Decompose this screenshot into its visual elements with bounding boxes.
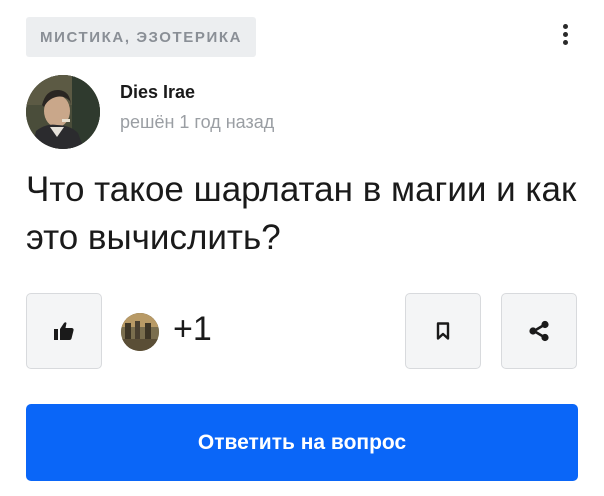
category-tag[interactable]: МИСТИКА, ЭЗОТЕРИКА <box>26 17 257 57</box>
more-vertical-icon <box>562 23 568 29</box>
question-title[interactable]: Что такое шарлатан в магии и как это выч… <box>26 166 586 262</box>
share-icon <box>529 320 549 342</box>
author-avatar[interactable] <box>26 75 100 149</box>
answer-question-button[interactable]: Ответить на вопрос <box>26 404 578 481</box>
liker-avatar-image <box>121 313 159 351</box>
thumbs-up-icon <box>54 322 74 340</box>
likes-count: +1 <box>173 310 212 348</box>
author-avatar-image <box>26 75 100 149</box>
more-vertical-icon-dot <box>562 39 568 45</box>
more-vertical-icon-dot <box>562 31 568 37</box>
liker-avatar[interactable] <box>121 313 159 351</box>
more-options-button[interactable] <box>552 14 578 54</box>
author-name[interactable]: Dies Irae <box>120 82 195 103</box>
share-button[interactable] <box>501 293 577 369</box>
bookmark-icon <box>436 322 450 340</box>
question-card: МИСТИКА, ЭЗОТЕРИКА Dies Irae решён 1 год… <box>0 0 604 496</box>
solved-timestamp: решён 1 год назад <box>120 112 275 132</box>
like-button[interactable] <box>26 293 102 369</box>
bookmark-button[interactable] <box>405 293 481 369</box>
